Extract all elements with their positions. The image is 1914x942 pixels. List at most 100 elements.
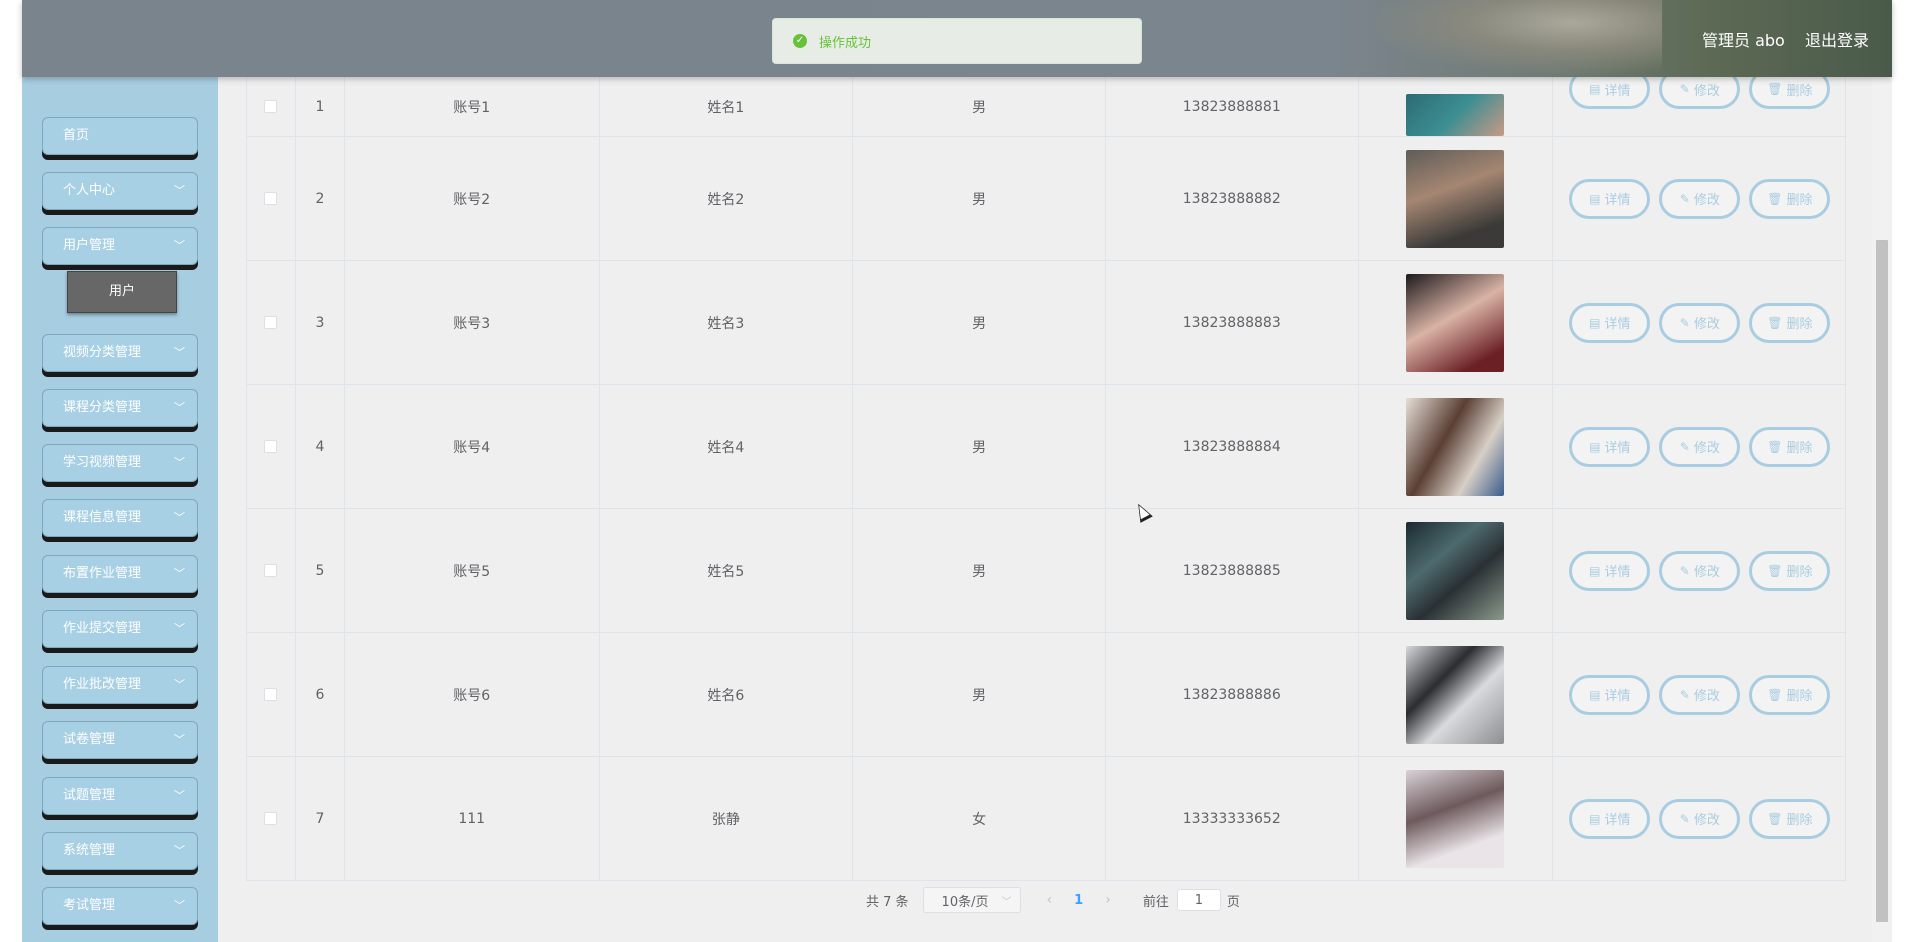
trash-icon: 🗑 (1767, 811, 1783, 826)
chevron-down-icon: ﹀ (174, 239, 185, 252)
chevron-down-icon: ﹀ (174, 346, 185, 359)
sidebar-item-label: 试卷管理 (63, 732, 116, 747)
sidebar-item-exam[interactable]: 考试管理 ﹀ (42, 887, 198, 925)
row-checkbox[interactable] (264, 100, 278, 113)
delete-button[interactable]: 🗑 删除 (1749, 550, 1831, 591)
row-name: 姓名5 (600, 509, 854, 632)
row-photo-cell (1359, 509, 1554, 632)
sidebar-item-home[interactable]: 首页 (42, 117, 198, 155)
table-row: 1 账号1 姓名1 男 13823888881 ▤ 详情 ✎ 修改 🗑 删除 (247, 69, 1845, 137)
chevron-down-icon: ﹀ (174, 733, 185, 746)
row-index: 3 (296, 261, 345, 384)
sidebar-item-label: 视频分类管理 (63, 345, 142, 360)
row-phone: 13823888884 (1106, 385, 1359, 508)
edit-button[interactable]: ✎ 修改 (1659, 178, 1741, 219)
sidebar-item-profile[interactable]: 个人中心 ﹀ (42, 172, 198, 210)
row-checkbox[interactable] (264, 192, 278, 205)
delete-label: 删除 (1786, 565, 1813, 580)
view-details-button[interactable]: ▤ 详情 (1569, 550, 1651, 591)
user-avatar (1406, 521, 1505, 620)
row-checkbox[interactable] (264, 440, 278, 453)
row-photo-cell (1359, 633, 1554, 756)
view-label: 详情 (1604, 813, 1631, 828)
edit-label: 修改 (1693, 317, 1720, 332)
view-details-button[interactable]: ▤ 详情 (1569, 178, 1651, 219)
delete-button[interactable]: 🗑 删除 (1749, 302, 1831, 343)
sidebar-item-label: 布置作业管理 (63, 566, 142, 581)
page-size-select[interactable]: 10条/页 ﹀ (922, 887, 1021, 913)
edit-label: 修改 (1693, 565, 1720, 580)
row-checkbox[interactable] (264, 316, 278, 329)
user-avatar (1406, 273, 1505, 372)
row-actions: ▤ 详情 ✎ 修改 🗑 删除 (1553, 509, 1845, 632)
page-number[interactable]: 1 (1074, 893, 1083, 908)
sidebar-item-label: 考试管理 (63, 898, 116, 913)
sidebar-item-label: 课程信息管理 (63, 510, 142, 525)
goto-page-input[interactable] (1176, 889, 1221, 911)
delete-button[interactable]: 🗑 删除 (1749, 674, 1831, 715)
row-checkbox[interactable] (264, 564, 278, 577)
sidebar-item-assign-homework[interactable]: 布置作业管理 ﹀ (42, 555, 198, 593)
row-checkbox-cell (247, 633, 296, 756)
sidebar-item-homework-submit[interactable]: 作业提交管理 ﹀ (42, 610, 198, 648)
delete-label: 删除 (1786, 813, 1813, 828)
sidebar-item-paper[interactable]: 试卷管理 ﹀ (42, 721, 198, 759)
sidebar-item-user-management[interactable]: 用户管理 ﹀ (42, 227, 198, 265)
delete-label: 删除 (1786, 441, 1813, 456)
scrollbar-thumb[interactable] (1876, 240, 1888, 922)
pencil-icon: ✎ (1679, 82, 1690, 96)
sidebar-item-course-category[interactable]: 课程分类管理 ﹀ (42, 389, 198, 427)
header-decoration (1362, 0, 1662, 77)
chevron-down-icon: ﹀ (174, 184, 185, 197)
view-label: 详情 (1604, 193, 1631, 208)
document-icon: ▤ (1589, 811, 1601, 826)
view-details-button[interactable]: ▤ 详情 (1569, 674, 1651, 715)
sidebar-item-homework-grading[interactable]: 作业批改管理 ﹀ (42, 666, 198, 704)
row-name: 姓名4 (600, 385, 854, 508)
sidebar-item-label: 学习视频管理 (63, 455, 142, 470)
delete-label: 删除 (1786, 689, 1813, 704)
delete-button[interactable]: 🗑 删除 (1749, 178, 1831, 219)
row-account: 账号3 (345, 261, 600, 384)
view-details-button[interactable]: ▤ 详情 (1569, 302, 1651, 343)
sidebar-item-video-category[interactable]: 视频分类管理 ﹀ (42, 334, 198, 372)
edit-button[interactable]: ✎ 修改 (1659, 674, 1741, 715)
table-row: 4 账号4 姓名4 男 13823888884 ▤ 详情 ✎ 修改 🗑 删除 (247, 385, 1845, 509)
edit-button[interactable]: ✎ 修改 (1659, 426, 1741, 467)
prev-page-icon[interactable]: ‹ (1047, 892, 1053, 908)
row-actions: ▤ 详情 ✎ 修改 🗑 删除 (1553, 385, 1845, 508)
user-avatar (1406, 94, 1505, 136)
sidebar-item-label: 个人中心 (63, 183, 116, 198)
edit-button[interactable]: ✎ 修改 (1659, 550, 1741, 591)
success-toast: ✓ 操作成功 (772, 18, 1142, 64)
edit-button[interactable]: ✎ 修改 (1659, 798, 1741, 839)
pencil-icon: ✎ (1679, 315, 1690, 330)
view-label: 详情 (1604, 565, 1631, 580)
view-details-button[interactable]: ▤ 详情 (1569, 426, 1651, 467)
pencil-icon: ✎ (1679, 439, 1690, 454)
sidebar-item-system[interactable]: 系统管理 ﹀ (42, 832, 198, 870)
view-label: 详情 (1604, 83, 1631, 99)
row-phone: 13333333652 (1106, 757, 1359, 880)
view-details-button[interactable]: ▤ 详情 (1569, 798, 1651, 839)
user-avatar (1406, 397, 1505, 496)
trash-icon: 🗑 (1767, 687, 1783, 702)
document-icon: ▤ (1589, 82, 1601, 96)
row-phone: 13823888883 (1106, 261, 1359, 384)
delete-button[interactable]: 🗑 删除 (1749, 426, 1831, 467)
chevron-down-icon: ﹀ (174, 567, 185, 580)
row-actions: ▤ 详情 ✎ 修改 🗑 删除 (1553, 757, 1845, 880)
sidebar-subitem-users[interactable]: 用户 (67, 271, 177, 313)
edit-button[interactable]: ✎ 修改 (1659, 302, 1741, 343)
total-count: 共 7 条 (866, 894, 909, 910)
sidebar-item-label: 试题管理 (63, 788, 116, 803)
row-checkbox[interactable] (264, 688, 278, 701)
sidebar-item-study-video[interactable]: 学习视频管理 ﹀ (42, 444, 198, 482)
sidebar-item-question[interactable]: 试题管理 ﹀ (42, 777, 198, 815)
row-index: 7 (296, 757, 345, 880)
row-checkbox[interactable] (264, 812, 278, 825)
next-page-icon[interactable]: › (1105, 892, 1111, 908)
delete-button[interactable]: 🗑 删除 (1749, 798, 1831, 839)
sidebar-item-course-info[interactable]: 课程信息管理 ﹀ (42, 499, 198, 537)
logout-button[interactable]: 退出登录 (1805, 27, 1869, 51)
